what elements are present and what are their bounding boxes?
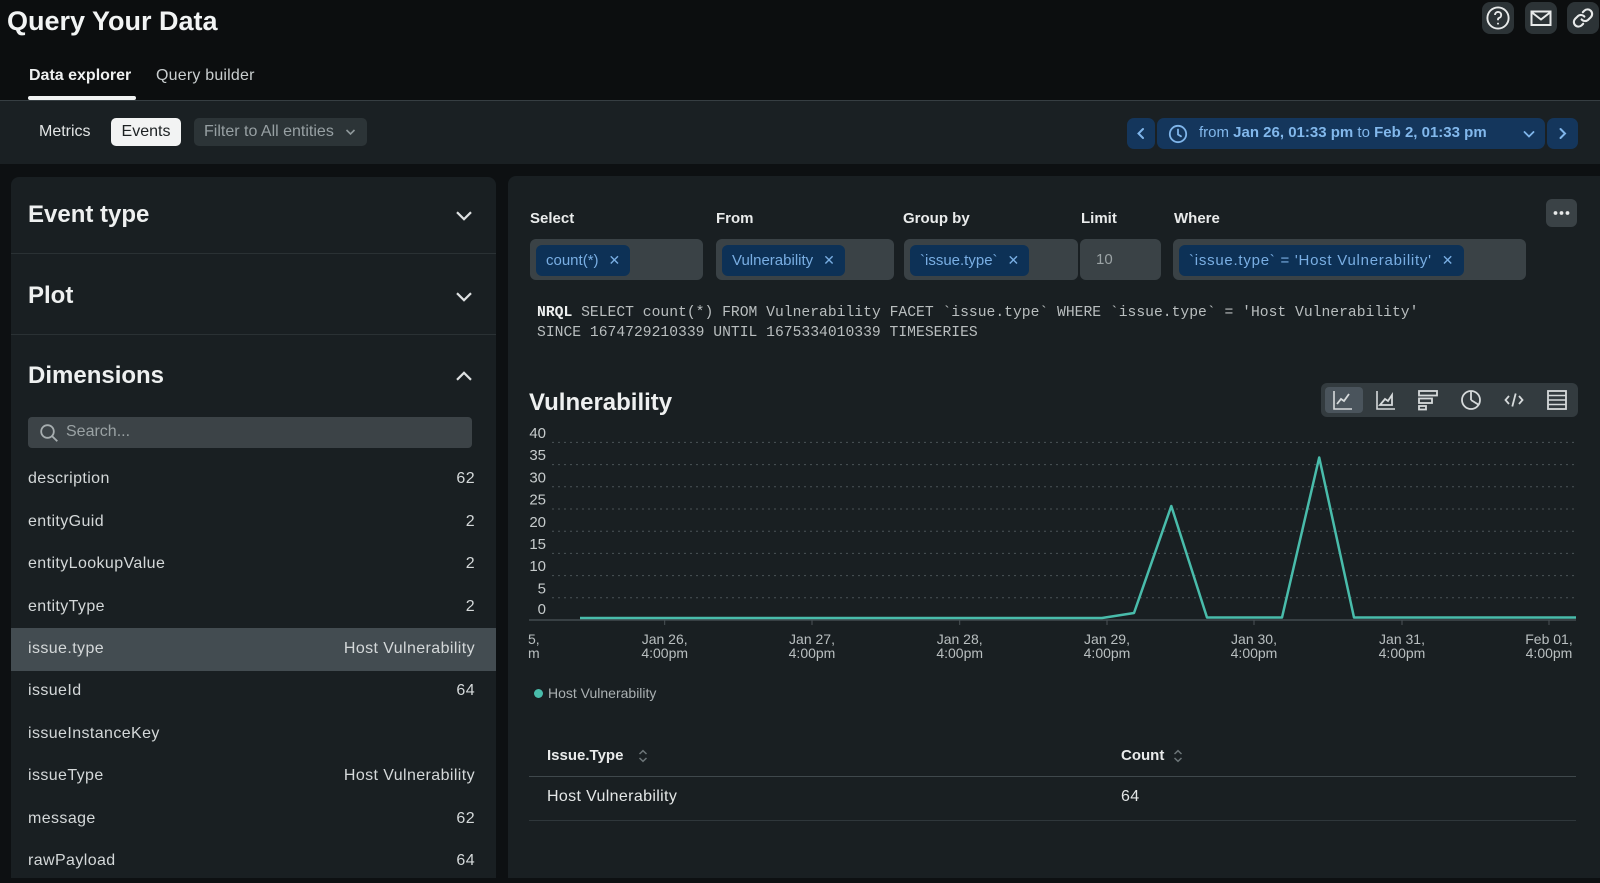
- svg-text:5: 5: [538, 580, 546, 597]
- svg-text:4:00pm: 4:00pm: [641, 645, 688, 661]
- svg-text:4:00pm: 4:00pm: [1231, 645, 1278, 661]
- svg-text:20: 20: [529, 514, 546, 531]
- svg-text:0: 0: [538, 601, 546, 618]
- svg-text:4:00pm: 4:00pm: [1084, 645, 1131, 661]
- svg-text:15: 15: [529, 536, 546, 553]
- svg-text:40: 40: [529, 425, 546, 442]
- svg-text:25: 25: [529, 492, 546, 509]
- svg-text:4:00pm: 4:00pm: [789, 645, 836, 661]
- svg-text:m: m: [528, 645, 540, 661]
- svg-text:35: 35: [529, 447, 546, 464]
- svg-text:4:00pm: 4:00pm: [1526, 645, 1573, 661]
- svg-text:4:00pm: 4:00pm: [1379, 645, 1426, 661]
- svg-text:10: 10: [529, 558, 546, 575]
- svg-text:4:00pm: 4:00pm: [936, 645, 983, 661]
- svg-text:30: 30: [529, 469, 546, 486]
